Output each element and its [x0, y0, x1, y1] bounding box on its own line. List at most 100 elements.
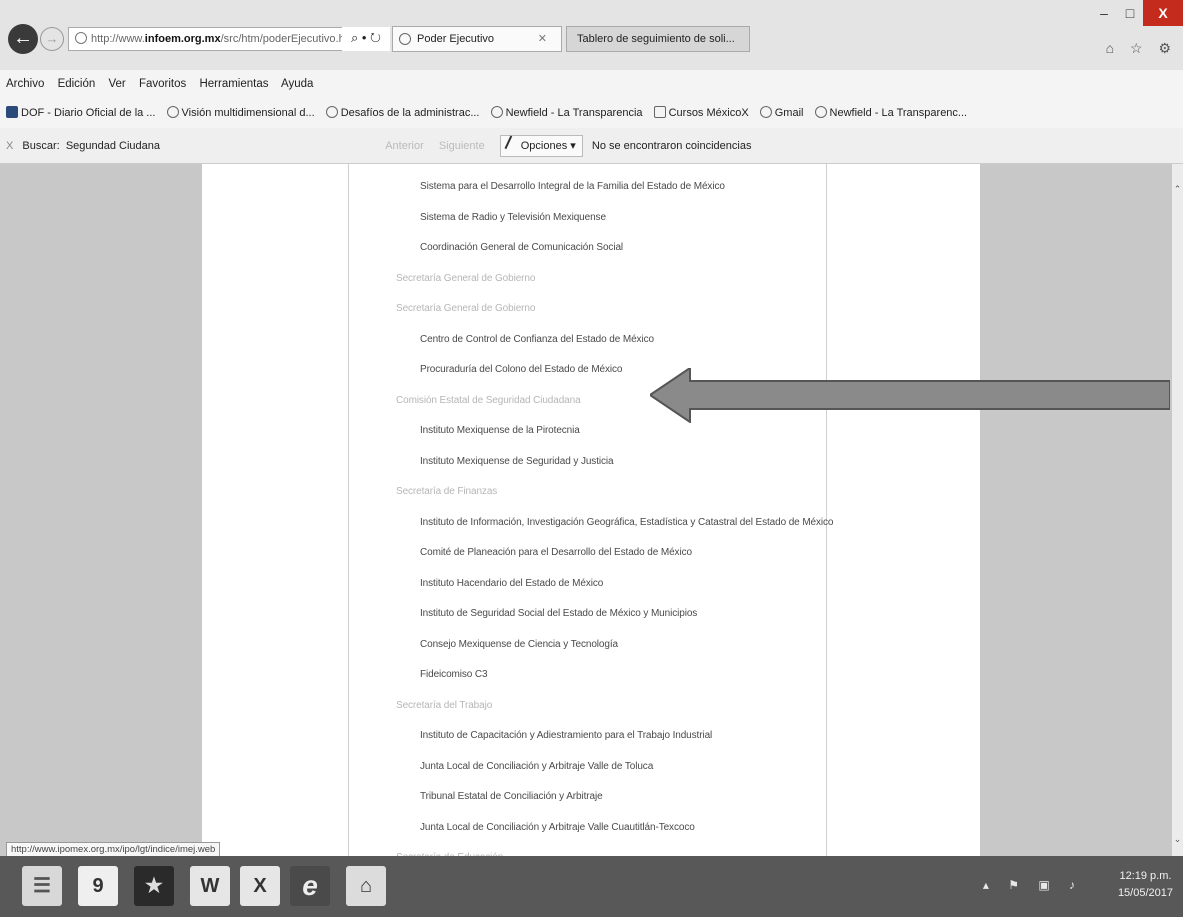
favorite-cursos[interactable]: Cursos MéxicoX [653, 106, 749, 119]
find-label: Buscar: [22, 140, 60, 152]
find-options-button[interactable]: Opciones ▾ [499, 135, 583, 157]
pencil-icon [504, 135, 520, 153]
list-item-link[interactable]: Consejo Mexiquense de Ciencia y Tecnolog… [420, 639, 618, 650]
favorite-label: Desafíos de la administrac... [340, 107, 480, 119]
favorite-newfield-2[interactable]: Newfield - La Transparenc... [814, 106, 968, 119]
left-margin-panel [0, 164, 202, 856]
menu-herramientas[interactable]: Herramientas [199, 78, 268, 90]
menu-archivo[interactable]: Archivo [6, 78, 44, 90]
tab-tablero[interactable]: Tablero de seguimiento de soli... [566, 26, 750, 52]
file-explorer-icon[interactable]: ☰ [22, 866, 62, 906]
search-refresh-buttons[interactable]: ⌕ • ↻ [342, 27, 390, 51]
list-item-link[interactable]: Junta Local de Conciliación y Arbitraje … [420, 761, 653, 772]
tab-favicon-icon [399, 33, 411, 45]
list-item-link[interactable]: Junta Local de Conciliación y Arbitraje … [420, 822, 695, 833]
page-content: Sistema para el Desarrollo Integral de l… [0, 164, 1183, 856]
arrow-shape [650, 368, 1170, 423]
column-divider [348, 164, 349, 856]
url-path: /src/htm/poderEjecutivo.h [220, 33, 345, 45]
menu-bar: Archivo Edición Ver Favoritos Herramient… [0, 70, 1183, 98]
list-section-heading[interactable]: Secretaría General de Gobierno [396, 303, 535, 314]
app-9-icon[interactable]: 9 [78, 866, 118, 906]
favorite-label: Newfield - La Transparencia [505, 107, 643, 119]
list-item-link[interactable]: Instituto Mexiquense de la Pirotecnia [420, 425, 580, 436]
list-item-link[interactable]: Instituto Mexiquense de Seguridad y Just… [420, 456, 614, 467]
list-item-link[interactable]: Tribunal Estatal de Conciliación y Arbit… [420, 791, 603, 802]
list-section-heading[interactable]: Secretaría del Trabajo [396, 700, 492, 711]
url-prefix: http://www. [91, 33, 145, 45]
favorite-newfield-1[interactable]: Newfield - La Transparencia [490, 106, 643, 119]
pdf-icon[interactable]: ⌂ [346, 866, 386, 906]
dof-icon [6, 106, 18, 118]
find-previous-button[interactable]: Anterior [385, 140, 424, 152]
list-section-heading[interactable]: Secretaría General de Gobierno [396, 273, 535, 284]
minimize-button[interactable]: – [1091, 0, 1117, 26]
list-item-link[interactable]: Instituto de Capacitación y Adiestramien… [420, 730, 712, 741]
tab-label: Poder Ejecutivo [417, 33, 495, 45]
home-favorites-settings-icons[interactable]: ⌂ ☆ ⚙ [1106, 40, 1177, 57]
app-game-icon[interactable]: ★ [134, 866, 174, 906]
page-icon [653, 106, 666, 118]
internet-explorer-icon[interactable]: e [290, 866, 330, 906]
list-section-heading[interactable]: Comisión Estatal de Seguridad Ciudadana [396, 395, 581, 406]
favorite-label: Gmail [774, 107, 804, 119]
list-item-link[interactable]: Procuraduría del Colono del Estado de Mé… [420, 364, 622, 375]
find-next-button[interactable]: Siguiente [439, 140, 485, 152]
scroll-up-icon[interactable]: ⌃ [1172, 184, 1183, 195]
menu-edicion[interactable]: Edición [58, 78, 96, 90]
tab-label: Tablero de seguimiento de soli... [577, 33, 735, 45]
favorite-gmail[interactable]: Gmail [759, 106, 804, 119]
find-input[interactable]: Segundad Ciudana [63, 128, 383, 164]
find-result-text: No se encontraron coincidencias [591, 140, 752, 152]
browser-titlebar: ← → http://www.infoem.org.mx/src/htm/pod… [0, 0, 1183, 70]
google-icon [759, 106, 772, 118]
forward-button[interactable]: → [40, 27, 64, 51]
right-margin-panel [980, 164, 1172, 856]
list-item-link[interactable]: Instituto de Seguridad Social del Estado… [420, 608, 697, 619]
column-divider [826, 164, 827, 856]
excel-icon[interactable]: X [240, 866, 280, 906]
newfield-icon [814, 106, 827, 118]
favorites-bar: DOF - Diario Oficial de la ... Visión mu… [0, 98, 1183, 128]
maximize-button[interactable]: □ [1117, 0, 1143, 26]
list-item-link[interactable]: Comité de Planeación para el Desarrollo … [420, 547, 692, 558]
find-close-icon[interactable]: X [6, 140, 13, 152]
favorite-desafios[interactable]: Desafíos de la administrac... [325, 106, 480, 119]
newfield-icon [490, 106, 503, 118]
scroll-down-icon[interactable]: ⌄ [1172, 834, 1183, 845]
favorite-label: Cursos MéxicoX [668, 107, 749, 119]
list-item-link[interactable]: Sistema para el Desarrollo Integral de l… [420, 181, 725, 192]
menu-favoritos[interactable]: Favoritos [139, 78, 186, 90]
vertical-scrollbar[interactable]: ⌃ ⌄ [1172, 164, 1183, 856]
back-button[interactable]: ← [8, 24, 38, 54]
clock[interactable]: 12:19 p.m. 15/05/2017 [1118, 868, 1173, 902]
close-button[interactable]: X [1143, 0, 1183, 26]
menu-ayuda[interactable]: Ayuda [281, 78, 313, 90]
list-item-link[interactable]: Coordinación General de Comunicación Soc… [420, 242, 623, 253]
favorite-label: DOF - Diario Oficial de la ... [21, 107, 156, 119]
find-input-value: Segundad Ciudana [65, 140, 161, 152]
favorite-label: Visión multidimensional d... [181, 107, 315, 119]
list-item-link[interactable]: Sistema de Radio y Televisión Mexiquense [420, 212, 606, 223]
list-item-link[interactable]: Instituto Hacendario del Estado de Méxic… [420, 578, 603, 589]
windows-taskbar: ☰ 9 ★ W X e ⌂ ▴ ⚑ ▣ ♪ 12:19 p.m. 15/05/2… [0, 856, 1183, 917]
tab-poder-ejecutivo[interactable]: Poder Ejecutivo ✕ [392, 26, 562, 52]
window-controls: – □ X [1091, 0, 1183, 26]
favorite-vision[interactable]: Visión multidimensional d... [166, 106, 315, 119]
google-icon [166, 106, 179, 118]
list-item-link[interactable]: Instituto de Información, Investigación … [420, 517, 834, 528]
word-icon[interactable]: W [190, 866, 230, 906]
list-item-link[interactable]: Centro de Control de Confianza del Estad… [420, 334, 654, 345]
clock-date: 15/05/2017 [1117, 887, 1173, 899]
clock-time: 12:19 p.m. [1119, 870, 1172, 882]
menu-ver[interactable]: Ver [108, 78, 125, 90]
favorite-dof[interactable]: DOF - Diario Oficial de la ... [6, 106, 156, 119]
sun-icon [325, 106, 338, 118]
url-host: infoem.org.mx [144, 33, 221, 45]
list-section-heading[interactable]: Secretaría de Finanzas [396, 486, 497, 497]
list-item-link[interactable]: Fideicomiso C3 [420, 669, 488, 680]
favorite-label: Newfield - La Transparenc... [829, 107, 968, 119]
options-label: Opciones [520, 140, 568, 152]
tab-close-icon[interactable]: ✕ [538, 27, 547, 51]
system-tray-icons[interactable]: ▴ ⚑ ▣ ♪ [983, 878, 1083, 892]
